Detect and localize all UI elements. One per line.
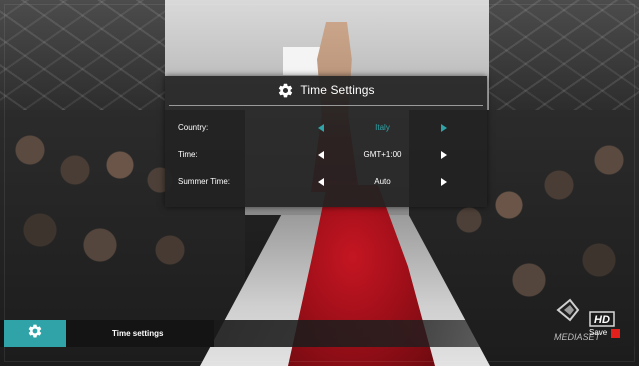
time-prev-arrow-icon[interactable] [314, 144, 328, 166]
dialog-divider [169, 105, 483, 106]
country-prev-arrow-icon[interactable] [314, 117, 328, 139]
truss-left [0, 0, 165, 120]
hd-badge: HD [594, 314, 610, 326]
country-label: Country: [178, 123, 209, 132]
summer-time-row[interactable]: Summer Time: Auto [165, 171, 487, 193]
save-label: Save [589, 328, 608, 337]
gear-icon [277, 82, 294, 99]
dialog-title: Time Settings [300, 83, 375, 97]
summer-time-next-arrow-icon[interactable] [437, 171, 451, 193]
country-value: Italy [375, 123, 390, 132]
gear-icon [27, 323, 43, 344]
summer-time-value: Auto [374, 177, 391, 186]
time-value: GMT+1:00 [363, 150, 402, 159]
time-next-arrow-icon[interactable] [437, 144, 451, 166]
country-next-arrow-icon[interactable] [437, 117, 451, 139]
truss-right [489, 0, 639, 120]
time-row[interactable]: Time: GMT+1:00 [165, 144, 487, 166]
summer-time-label: Summer Time: [178, 177, 231, 186]
red-key-icon [611, 328, 621, 338]
time-label: Time: [178, 150, 198, 159]
dialog-header: Time Settings [165, 76, 487, 104]
bottom-bar-title: Time settings [112, 329, 164, 338]
summer-time-prev-arrow-icon[interactable] [314, 171, 328, 193]
country-row[interactable]: Country: Italy [165, 117, 487, 139]
save-button[interactable]: Save [589, 326, 621, 340]
settings-menu-button[interactable] [4, 320, 66, 347]
